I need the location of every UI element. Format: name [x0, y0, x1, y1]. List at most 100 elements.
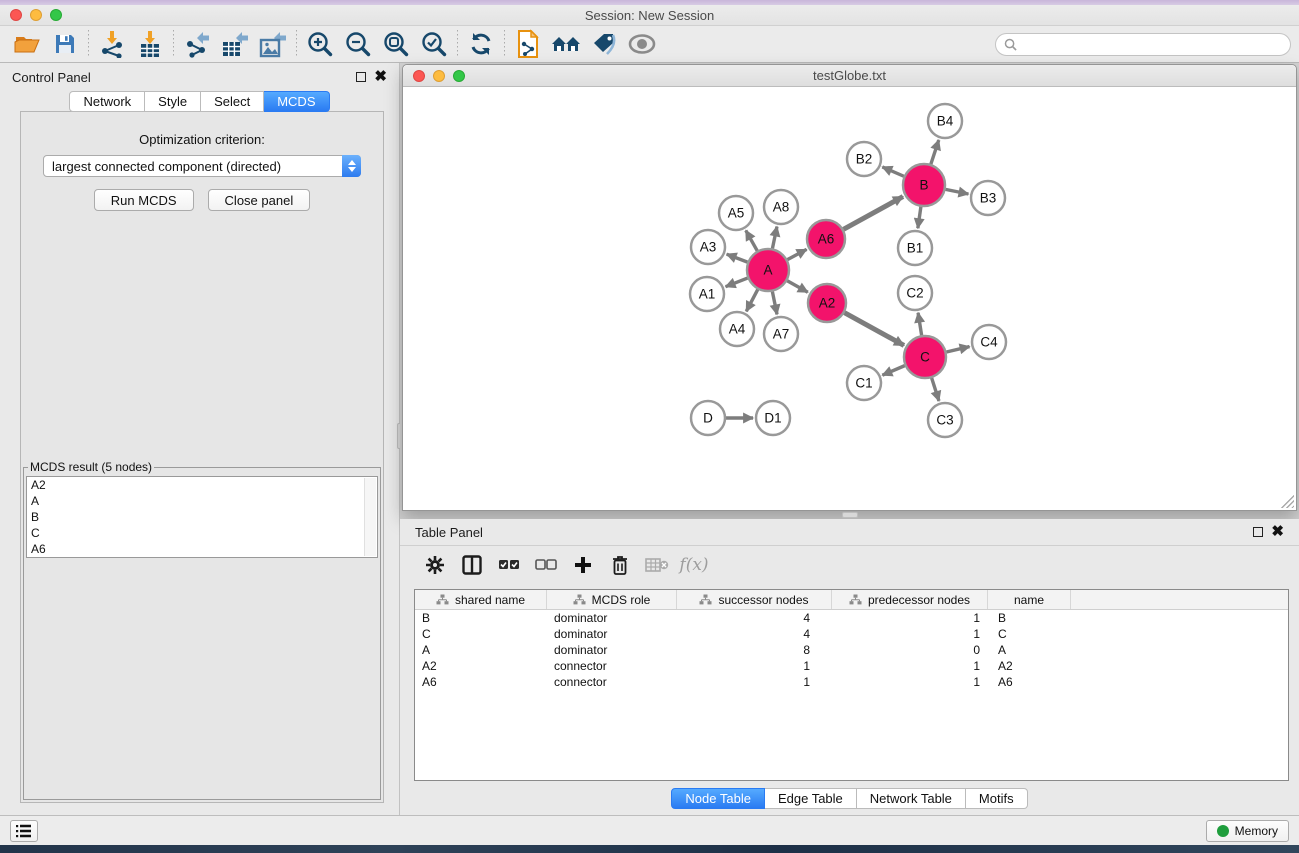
network-edge[interactable]	[746, 289, 757, 311]
table-settings-button[interactable]	[420, 551, 450, 579]
mcds-result-item[interactable]: A6	[27, 541, 377, 557]
column-header-mcds-role[interactable]: MCDS role	[547, 590, 677, 609]
column-header-name[interactable]: name	[988, 590, 1071, 609]
network-edge[interactable]	[946, 347, 969, 352]
zoom-in-button[interactable]	[301, 29, 339, 59]
save-session-button[interactable]	[46, 29, 84, 59]
network-node[interactable]: C3	[928, 403, 962, 437]
search-field[interactable]	[995, 33, 1291, 56]
horizontal-divider[interactable]	[400, 511, 1299, 519]
run-mcds-button[interactable]: Run MCDS	[94, 189, 194, 211]
zoom-fit-button[interactable]	[377, 29, 415, 59]
network-edge[interactable]	[918, 313, 922, 336]
network-edge[interactable]	[772, 292, 777, 315]
network-node[interactable]: C1	[847, 366, 881, 400]
network-node[interactable]: A3	[691, 230, 725, 264]
task-history-button[interactable]	[10, 820, 38, 842]
network-edge[interactable]	[882, 167, 903, 176]
network-node[interactable]: A2	[808, 284, 846, 322]
float-panel-icon[interactable]	[356, 72, 366, 82]
mcds-result-list[interactable]: A2ABCA6	[26, 476, 378, 558]
deselect-all-button[interactable]	[531, 551, 561, 579]
table-row[interactable]: Cdominator41C	[415, 626, 1288, 642]
import-table-button[interactable]	[131, 29, 169, 59]
duplicate-network-button[interactable]	[509, 29, 547, 59]
open-session-button[interactable]	[8, 29, 46, 59]
network-edge[interactable]	[845, 313, 904, 346]
column-header-predecessor-nodes[interactable]: predecessor nodes	[832, 590, 988, 609]
select-all-button[interactable]	[494, 551, 524, 579]
network-node[interactable]: A5	[719, 196, 753, 230]
network-node[interactable]: C2	[898, 276, 932, 310]
mcds-result-item[interactable]: C	[27, 525, 377, 541]
tab-motifs[interactable]: Motifs	[966, 788, 1028, 809]
tab-node-table[interactable]: Node Table	[671, 788, 765, 809]
export-image-button[interactable]	[254, 29, 292, 59]
network-node[interactable]: D	[691, 401, 725, 435]
network-node[interactable]: A6	[807, 220, 845, 258]
tab-edge-table[interactable]: Edge Table	[765, 788, 857, 809]
network-node[interactable]: B1	[898, 231, 932, 265]
mcds-result-item[interactable]: A	[27, 493, 377, 509]
network-edge[interactable]	[844, 197, 903, 230]
show-columns-button[interactable]	[457, 551, 487, 579]
network-edge[interactable]	[772, 227, 777, 249]
float-table-panel-icon[interactable]	[1253, 527, 1263, 537]
network-edge[interactable]	[746, 230, 757, 250]
delete-table-button[interactable]	[642, 551, 672, 579]
refresh-button[interactable]	[462, 29, 500, 59]
network-node[interactable]: C	[904, 336, 946, 378]
tab-network-table[interactable]: Network Table	[857, 788, 966, 809]
zoom-selected-button[interactable]	[415, 29, 453, 59]
network-canvas[interactable]: ABCA6A2A5A8A3A1A4A7B4B2B3B1C2C4C1C3DD1	[403, 87, 1296, 510]
hide-labels-button[interactable]	[585, 29, 623, 59]
column-header-successor-nodes[interactable]: successor nodes	[677, 590, 832, 609]
table-row[interactable]: A6connector11A6	[415, 674, 1288, 690]
function-builder-button[interactable]: f(x)	[679, 551, 709, 579]
tab-network[interactable]: Network	[69, 91, 145, 112]
add-column-button[interactable]	[568, 551, 598, 579]
column-header-shared-name[interactable]: shared name	[415, 590, 547, 609]
network-node[interactable]: A1	[690, 277, 724, 311]
network-edge[interactable]	[726, 278, 748, 287]
home-button[interactable]	[547, 29, 585, 59]
network-node[interactable]: B4	[928, 104, 962, 138]
network-node[interactable]: B	[903, 164, 945, 206]
network-edge[interactable]	[787, 281, 808, 293]
optimization-criterion-select[interactable]: largest connected component (directed)	[43, 155, 361, 177]
import-network-button[interactable]	[93, 29, 131, 59]
table-row[interactable]: Adominator80A	[415, 642, 1288, 658]
tab-mcds[interactable]: MCDS	[264, 91, 329, 112]
show-details-button[interactable]	[623, 29, 661, 59]
tab-style[interactable]: Style	[145, 91, 201, 112]
resize-grip[interactable]	[1281, 495, 1294, 508]
network-node[interactable]: B2	[847, 142, 881, 176]
memory-button[interactable]: Memory	[1206, 820, 1289, 842]
network-edge[interactable]	[882, 366, 904, 376]
network-node[interactable]: A8	[764, 190, 798, 224]
close-panel-icon[interactable]: ✖	[374, 72, 387, 82]
network-node[interactable]: A	[747, 249, 789, 291]
mcds-result-item[interactable]: B	[27, 509, 377, 525]
mcds-result-item[interactable]: A2	[27, 477, 377, 493]
zoom-out-button[interactable]	[339, 29, 377, 59]
network-node[interactable]: A4	[720, 312, 754, 346]
table-row[interactable]: Bdominator41B	[415, 610, 1288, 626]
network-edge[interactable]	[727, 254, 748, 262]
tab-select[interactable]: Select	[201, 91, 264, 112]
network-edge[interactable]	[932, 378, 939, 401]
network-edge[interactable]	[946, 189, 969, 194]
close-panel-button[interactable]: Close panel	[208, 189, 311, 211]
export-network-button[interactable]	[178, 29, 216, 59]
divider-handle[interactable]	[842, 512, 858, 518]
network-node[interactable]: A7	[764, 317, 798, 351]
close-table-panel-icon[interactable]: ✖	[1271, 527, 1284, 537]
search-input[interactable]	[1022, 37, 1282, 51]
network-node[interactable]: D1	[756, 401, 790, 435]
delete-column-button[interactable]	[605, 551, 635, 579]
export-table-button[interactable]	[216, 29, 254, 59]
network-node[interactable]: C4	[972, 325, 1006, 359]
table-row[interactable]: A2connector11A2	[415, 658, 1288, 674]
scrollbar[interactable]	[364, 478, 376, 556]
network-edge[interactable]	[787, 249, 806, 259]
